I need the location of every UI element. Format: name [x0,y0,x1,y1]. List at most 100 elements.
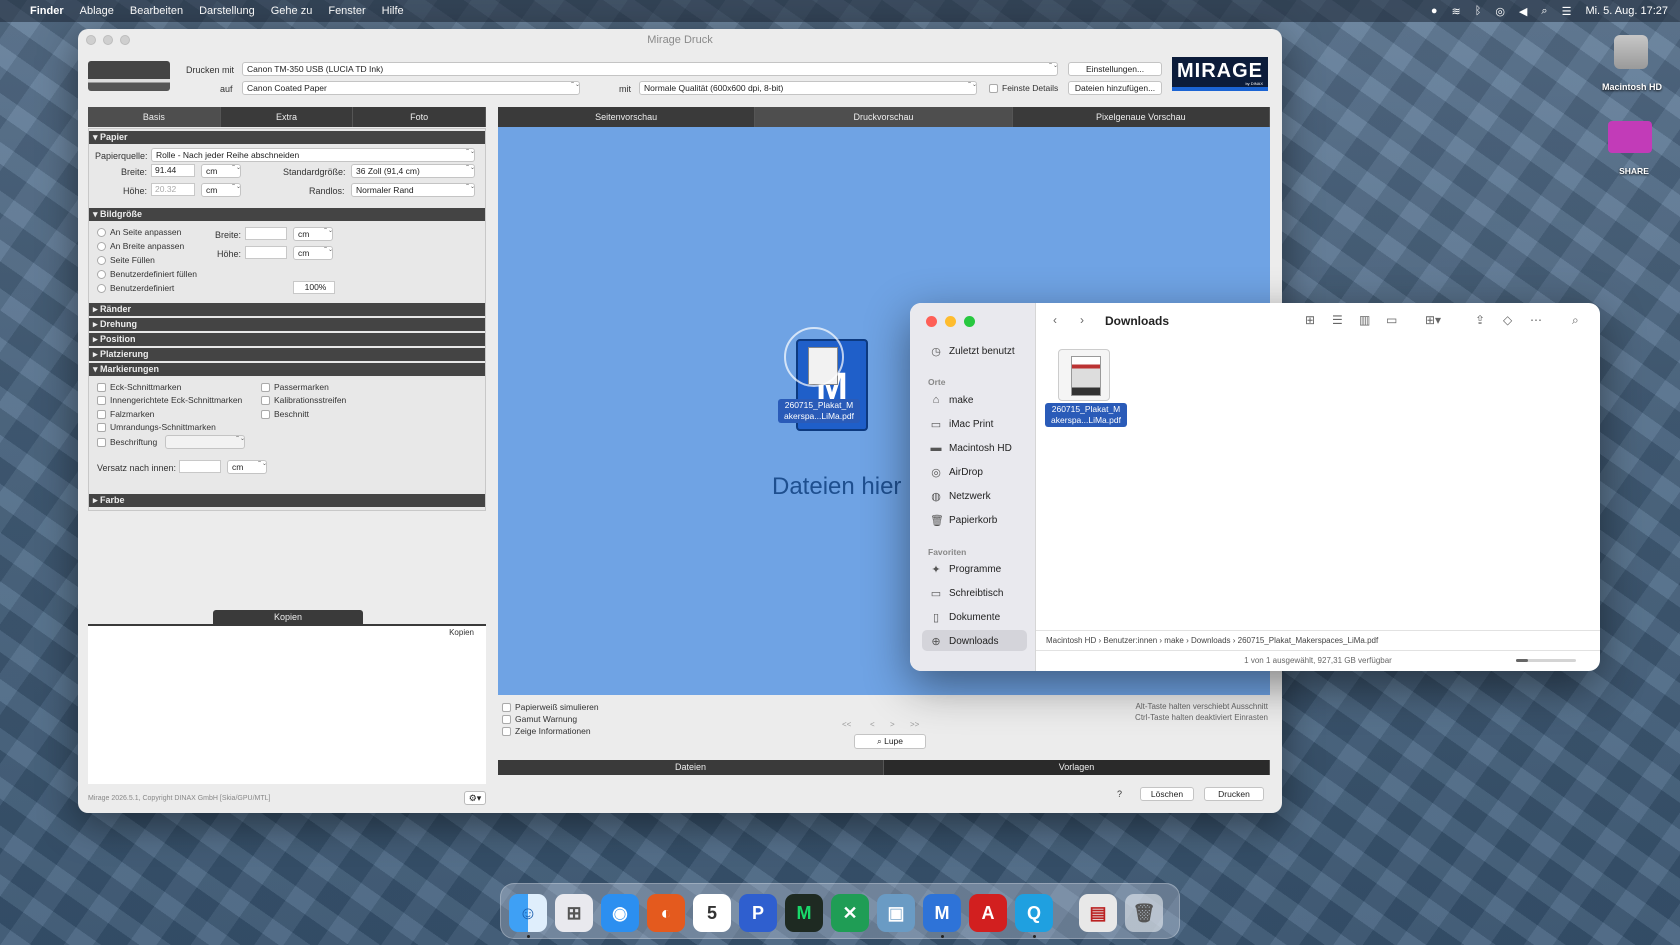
bleed-checkbox[interactable]: Beschnitt [261,409,309,419]
paper-source-select[interactable]: Rolle - Nach jeder Reihe abschneiden [151,148,475,162]
calibration-strips-checkbox[interactable]: Kalibrationsstreifen [261,395,346,405]
section-raender[interactable]: ▸ Ränder [89,303,485,316]
quality-select[interactable]: Normale Qualität (600x600 dpi, 8-bit) [639,81,977,95]
excel-like-dock-icon[interactable]: ✕ [831,894,869,932]
fit-width-radio[interactable]: An Breite anpassen [97,241,184,251]
control-center-icon[interactable]: ☰ [1562,5,1572,18]
printer-select[interactable]: Canon TM-350 USB (LUCIA TD Ink) [242,62,1058,76]
custom-fill-radio[interactable]: Benutzerdefiniert füllen [97,269,197,279]
pdf-file-label[interactable]: 260715_Plakat_M akerspa...LiMa.pdf [1045,403,1127,427]
menu-app-name[interactable]: Finder [30,5,64,17]
corner-cut-marks-checkbox[interactable]: Eck-Schnittmarken [97,382,181,392]
show-info-checkbox[interactable]: Zeige Informationen [502,726,591,736]
finder-minimize-button[interactable] [945,316,956,327]
macintosh-hd-desktop-label[interactable]: Macintosh HD [1596,82,1668,92]
macintosh-hd-desktop-icon[interactable] [1614,35,1648,69]
tab-extra[interactable]: Extra [221,107,354,127]
sidebar-item-documents[interactable]: ▯ Dokumente [930,611,1000,624]
fit-page-radio[interactable]: An Seite anpassen [97,227,181,237]
acrobat-dock-icon[interactable]: A [969,894,1007,932]
menu-clock[interactable]: Mi. 5. Aug. 17:27 [1585,5,1668,17]
std-size-select[interactable]: 36 Zoll (91,4 cm) [351,164,475,178]
scale-percent-input[interactable]: 100% [293,281,335,294]
sidebar-item-make[interactable]: ⌂ make [930,394,974,406]
section-platzierung[interactable]: ▸ Platzierung [89,348,485,361]
gear-menu-button[interactable]: ⚙▾ [464,791,486,805]
finest-details-checkbox[interactable]: Feinste Details [989,83,1058,93]
image-height-input[interactable] [245,246,287,259]
tab-print-preview[interactable]: Druckvorschau [755,107,1013,127]
borderless-select[interactable]: Normaler Rand [351,183,475,197]
sidebar-item-applications[interactable]: ✦ Programme [930,563,1001,576]
menu-darstellung[interactable]: Darstellung [199,5,255,17]
icon-size-slider[interactable] [1516,659,1576,662]
gs2-app-dock-icon[interactable]: ▣ [877,894,915,932]
pages-app-dock-icon[interactable]: P [739,894,777,932]
settings-button[interactable]: Einstellungen... [1068,62,1162,76]
inner-offset-unit-select[interactable]: cm [227,460,267,474]
paper-height-input[interactable]: 20.32 [151,183,195,196]
inner-offset-input[interactable] [179,460,221,473]
section-papier[interactable]: ▾ Papier [89,131,485,144]
path-make[interactable]: make [1164,636,1184,645]
firefox-dock-icon[interactable]: ◐ [647,894,685,932]
group-icon[interactable]: ⊞▾ [1425,313,1441,327]
image-width-unit-select[interactable]: cm [293,227,333,241]
gamut-warning-checkbox[interactable]: Gamut Warnung [502,714,577,724]
tab-basis[interactable]: Basis [88,107,221,127]
share-icon[interactable]: ⇪ [1475,313,1485,327]
path-file[interactable]: 260715_Plakat_Makerspaces_LiMa.pdf [1238,636,1379,645]
zoom-button[interactable] [120,35,130,45]
wifi-icon[interactable]: ≋ [1451,5,1460,18]
calendar-dock-icon[interactable]: 5 [693,894,731,932]
fill-page-radio[interactable]: Seite Füllen [97,255,155,265]
simulate-paper-white-checkbox[interactable]: Papierweiß simulieren [502,702,599,712]
help-button[interactable]: ? [1117,789,1122,799]
tag-icon[interactable]: ◇ [1503,313,1512,327]
finder-close-button[interactable] [926,316,937,327]
share-folder-label[interactable]: SHARE [1606,166,1662,176]
record-icon[interactable]: ● [1431,5,1438,17]
loupe-button[interactable]: ⌕ Lupe [854,734,926,749]
downloads-stack-dock-icon[interactable]: ▤ [1079,894,1117,932]
close-button[interactable] [86,35,96,45]
volume-icon[interactable]: ◀ [1519,5,1527,18]
menu-fenster[interactable]: Fenster [328,5,365,17]
tab-templates[interactable]: Vorlagen [884,760,1270,775]
nav-prev-button[interactable]: < [870,720,875,729]
nav-last-button[interactable]: >> [910,720,919,729]
sidebar-item-macintosh-hd[interactable]: ▬ Macintosh HD [930,442,1012,454]
register-marks-checkbox[interactable]: Passermarken [261,382,329,392]
paper-height-unit-select[interactable]: cm [201,183,241,197]
label-select[interactable] [165,435,245,449]
gallery-view-icon[interactable]: ▭ [1386,313,1397,327]
paper-width-unit-select[interactable]: cm [201,164,241,178]
section-drehung[interactable]: ▸ Drehung [89,318,485,331]
section-farbe[interactable]: ▸ Farbe [89,494,485,507]
delete-button[interactable]: Löschen [1140,787,1194,801]
minimize-button[interactable] [103,35,113,45]
bluetooth-icon[interactable]: ᛒ [1475,5,1482,17]
add-files-button[interactable]: Dateien hinzufügen... [1068,81,1162,95]
paper-width-input[interactable]: 91.44 [151,164,195,177]
column-view-icon[interactable]: ▥ [1359,313,1370,327]
copies-list[interactable]: Kopien [88,624,486,784]
fold-marks-checkbox[interactable]: Falzmarken [97,409,154,419]
menu-ablage[interactable]: Ablage [80,5,114,17]
label-checkbox[interactable]: Beschriftung [97,437,157,447]
search-icon[interactable]: ⌕ [1572,313,1579,328]
icon-view-icon[interactable]: ⊞ [1305,313,1315,327]
inner-corner-cut-marks-checkbox[interactable]: Innengerichtete Eck-Schnittmarken [97,395,242,405]
copies-tab[interactable]: Kopien [213,610,363,624]
nav-next-button[interactable]: > [890,720,895,729]
sidebar-item-trash[interactable]: 🗑 Papierkorb [930,514,997,527]
pdf-file-thumbnail[interactable] [1058,349,1110,401]
image-width-input[interactable] [245,227,287,240]
finder-dock-icon[interactable]: ☺ [509,894,547,932]
sidebar-item-network[interactable]: ◍ Netzwerk [930,490,991,503]
sidebar-item-downloads[interactable]: ⊕ Downloads [930,635,998,648]
path-downloads[interactable]: Downloads [1191,636,1231,645]
sidebar-item-imac-print[interactable]: ▭ iMac Print [930,418,994,431]
print-button[interactable]: Drucken [1204,787,1264,801]
section-bildgroesse[interactable]: ▾ Bildgröße [89,208,485,221]
